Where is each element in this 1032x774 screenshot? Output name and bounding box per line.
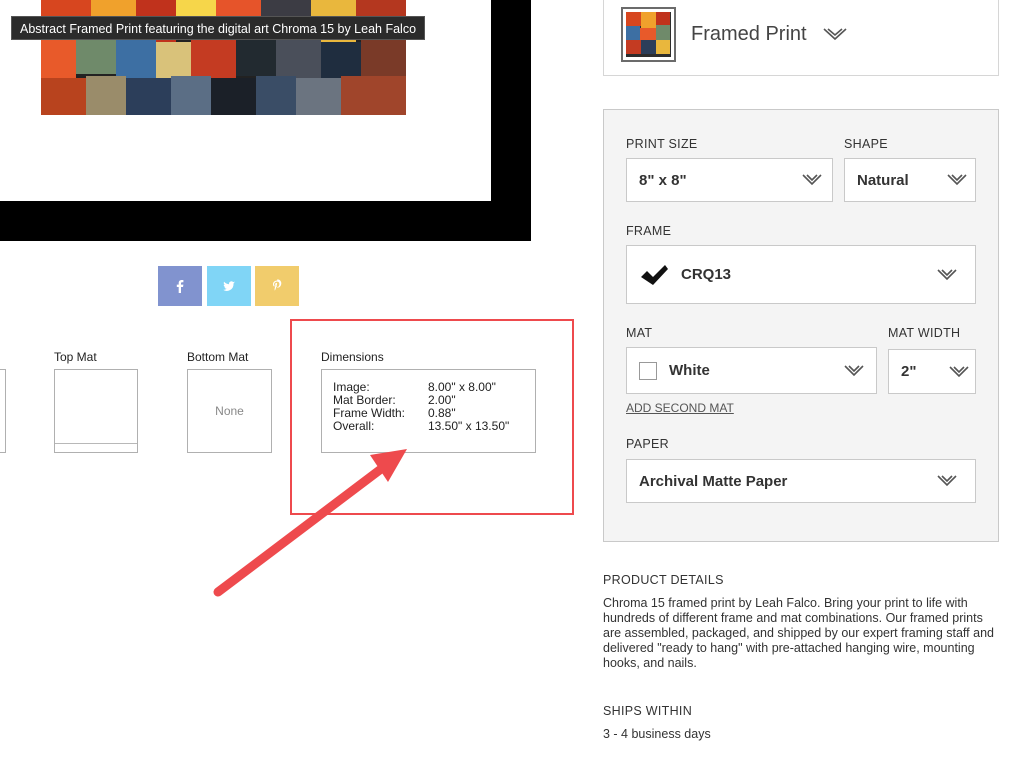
print-size-label: PRINT SIZE [626, 137, 698, 151]
bottom-mat-swatch[interactable]: None [187, 369, 272, 453]
frame-corner-icon [641, 264, 668, 285]
shape-select[interactable]: Natural [844, 158, 976, 202]
product-options-panel: PRINT SIZE 8" x 8" SHAPE Natural FRAME C… [603, 109, 999, 542]
artwork-tooltip: Abstract Framed Print featuring the digi… [11, 16, 426, 40]
shape-value: Natural [857, 171, 909, 189]
mat-width-label: MAT WIDTH [888, 326, 961, 340]
print-size-select[interactable]: 8" x 8" [626, 158, 833, 202]
mat-color-swatch [639, 361, 657, 380]
chevron-down-icon[interactable] [823, 26, 847, 42]
top-mat-label: Top Mat [54, 350, 97, 364]
frame-value: CRQ13 [681, 266, 732, 283]
product-details-text: Chroma 15 framed print by Leah Falco. Br… [603, 596, 994, 670]
frame-swatch-partial[interactable] [0, 369, 6, 453]
mat-width-value: 2" [901, 363, 917, 380]
paper-select[interactable]: Archival Matte Paper [626, 459, 976, 503]
chevron-down-icon [802, 174, 822, 186]
mat-width-select[interactable]: 2" [888, 349, 976, 394]
pinterest-icon [273, 279, 282, 291]
ships-within-value: 3 - 4 business days [603, 727, 711, 741]
add-second-mat-link[interactable]: ADD SECOND MAT [626, 401, 734, 415]
chevron-down-icon [844, 364, 864, 376]
facebook-icon [176, 280, 184, 293]
pinterest-share-button[interactable] [255, 266, 299, 306]
twitter-icon [223, 281, 235, 291]
mat-edge-line [55, 443, 137, 444]
product-title: Framed Print [691, 23, 807, 45]
print-size-value: 8" x 8" [639, 171, 687, 189]
top-mat-swatch[interactable] [54, 369, 138, 453]
facebook-share-button[interactable] [158, 266, 202, 306]
paper-value: Archival Matte Paper [639, 472, 788, 490]
bottom-mat-label: Bottom Mat [187, 350, 249, 364]
mat-select[interactable]: White [626, 347, 877, 394]
chevron-down-icon [949, 365, 969, 377]
shape-label: SHAPE [844, 137, 888, 151]
chevron-down-icon [937, 268, 957, 280]
frame-select[interactable]: CRQ13 [626, 245, 976, 304]
product-thumbnail [621, 7, 676, 62]
frame-label: FRAME [626, 224, 672, 238]
twitter-share-button[interactable] [207, 266, 251, 306]
mat-label: MAT [626, 326, 653, 340]
product-details-heading: PRODUCT DETAILS [603, 573, 724, 587]
annotation-highlight-box [290, 319, 574, 515]
mat-value: White [669, 362, 710, 379]
chevron-down-icon [937, 475, 957, 487]
product-type-selector[interactable]: Framed Print [603, 0, 999, 76]
ships-within-heading: SHIPS WITHIN [603, 704, 693, 718]
chevron-down-icon [947, 174, 967, 186]
paper-label: PAPER [626, 437, 669, 451]
